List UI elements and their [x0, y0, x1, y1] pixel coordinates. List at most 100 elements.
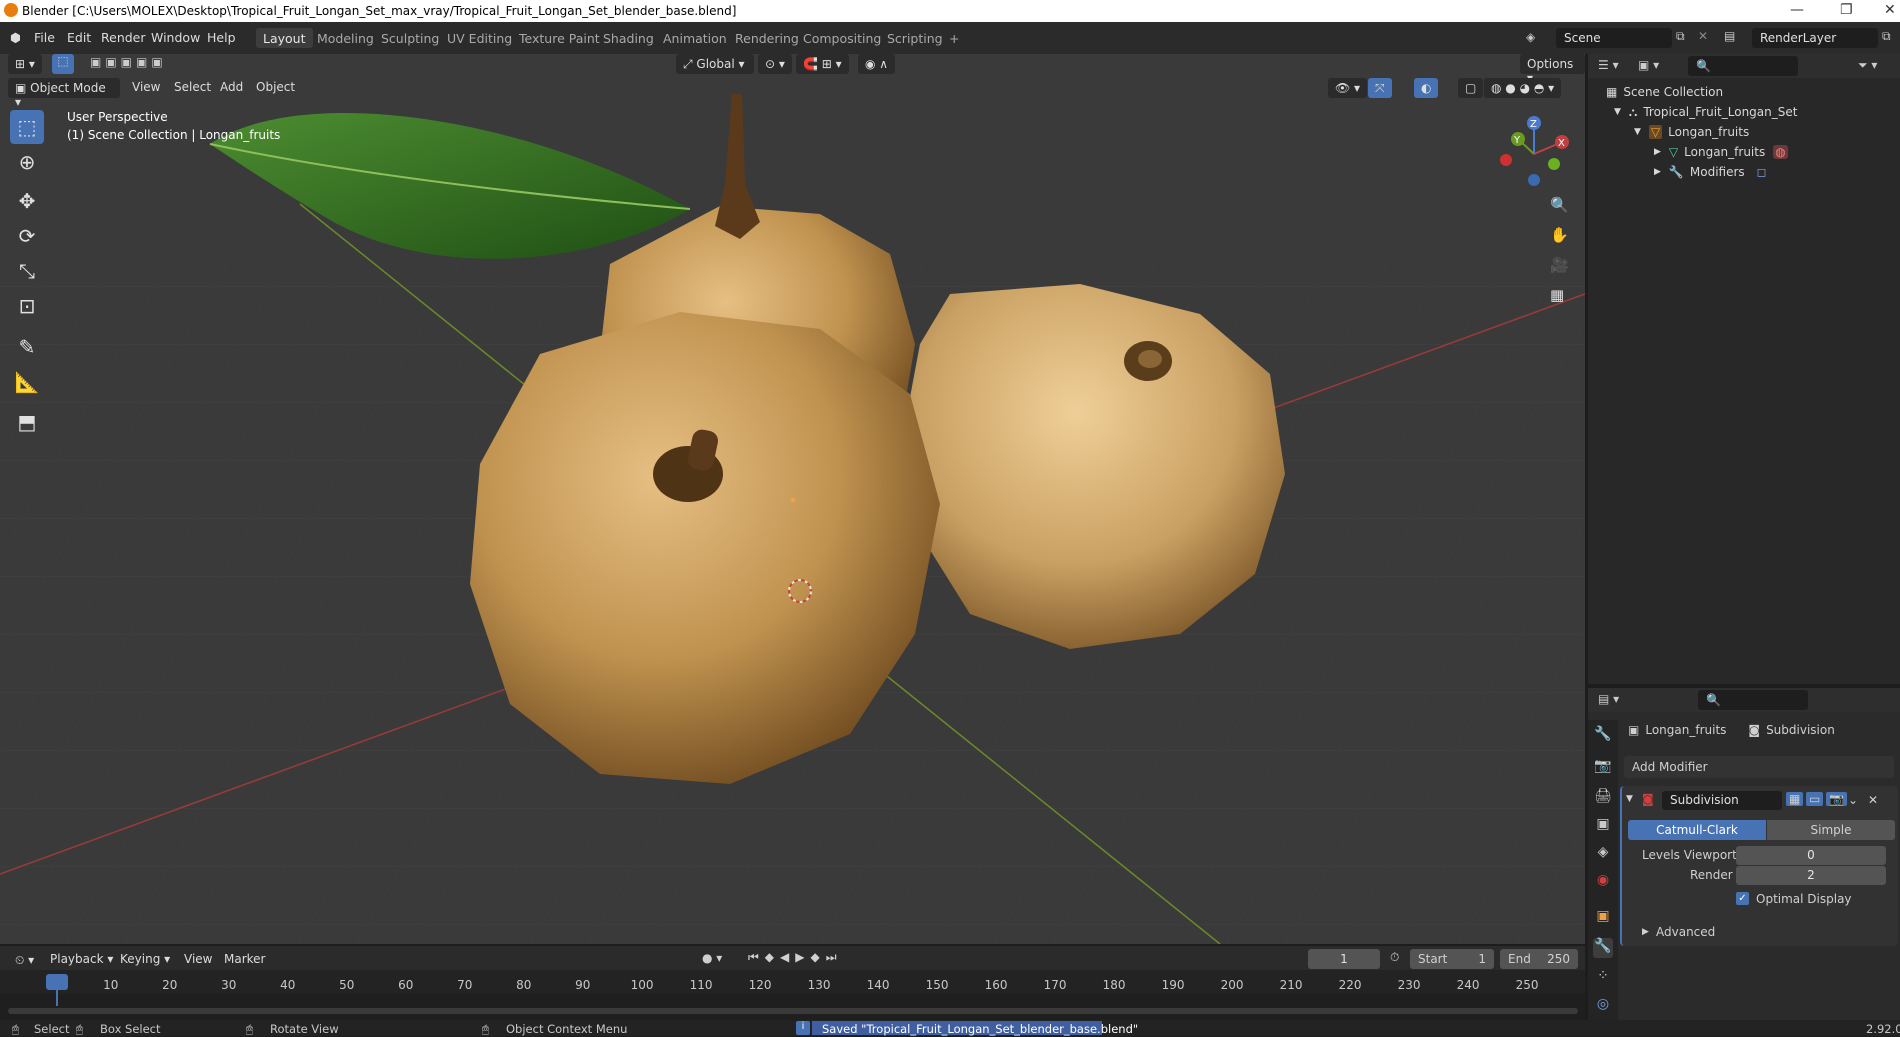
outliner-search-input[interactable]: 🔍: [1688, 56, 1798, 76]
ortho-toggle-icon[interactable]: ▦: [1550, 286, 1564, 304]
visibility-dropdown[interactable]: 👁 ▾: [1328, 78, 1368, 98]
scene-tab-icon[interactable]: ◈: [1593, 844, 1613, 864]
catmull-clark-button[interactable]: Catmull-Clark: [1628, 820, 1766, 840]
minimize-icon[interactable]: —: [1790, 2, 1804, 18]
tab-modeling[interactable]: Modeling: [310, 28, 381, 48]
object-tab-icon[interactable]: ▣: [1593, 908, 1613, 928]
viewport-toggle-icon[interactable]: ▭: [1806, 792, 1824, 806]
expand-arrow-icon[interactable]: ▼: [1634, 127, 1641, 137]
tab-rendering[interactable]: Rendering: [728, 28, 806, 48]
modifier-dropdown-icon[interactable]: ⌄: [1848, 793, 1858, 807]
new-layer-icon[interactable]: ⧉: [1882, 29, 1891, 44]
tab-shading[interactable]: Shading: [596, 28, 661, 48]
world-tab-icon[interactable]: ◉: [1593, 872, 1613, 892]
viewport-menu-object[interactable]: Object: [256, 80, 295, 94]
annotate-tool-icon[interactable]: ✎: [10, 330, 44, 364]
scene-name-field[interactable]: Scene: [1556, 28, 1672, 48]
shading-modes[interactable]: ◍ ● ◕ ◓ ▾: [1484, 78, 1562, 98]
tool-tab-icon[interactable]: 🔧: [1593, 726, 1613, 746]
timeline-editor-type-button[interactable]: ⏲ ▾: [8, 950, 42, 970]
remove-modifier-icon[interactable]: ✕: [1868, 793, 1878, 807]
add-modifier-button[interactable]: Add Modifier: [1624, 756, 1894, 778]
current-frame-indicator[interactable]: [46, 974, 68, 990]
pan-hand-icon[interactable]: ✋: [1550, 226, 1569, 244]
outliner-display-mode-icon[interactable]: ☰ ▾: [1598, 58, 1619, 72]
render-tab-icon[interactable]: 📷: [1593, 758, 1613, 778]
gizmo-toggle[interactable]: ⤧: [1368, 78, 1392, 98]
tab-scripting[interactable]: Scripting: [880, 28, 950, 48]
outliner-row-modifiers[interactable]: ▶ 🔧 Modifiers ◻: [1654, 162, 1767, 182]
properties-editor-icon[interactable]: ▤ ▾: [1598, 692, 1619, 706]
cursor-tool-icon[interactable]: ⊕: [10, 145, 44, 179]
expand-arrow-icon[interactable]: ▶: [1654, 147, 1661, 157]
timeline-menu-view[interactable]: View: [184, 952, 212, 966]
outliner-filter-icon[interactable]: ⏷ ▾: [1858, 58, 1877, 73]
timeline-menu-marker[interactable]: Marker: [224, 952, 265, 966]
levels-viewport-field[interactable]: 0: [1736, 846, 1886, 865]
select-tool-icon[interactable]: ⬚: [10, 110, 44, 144]
viewport-menu-view[interactable]: View: [132, 80, 160, 94]
tab-layout[interactable]: Layout: [256, 28, 313, 48]
menu-window[interactable]: Window: [151, 30, 200, 45]
camera-view-icon[interactable]: 🎥: [1550, 256, 1569, 274]
object-mode-dropdown[interactable]: ▣ Object Mode ▾: [8, 78, 120, 109]
proportional-edit-toggle[interactable]: ◉ ∧: [858, 54, 896, 74]
new-scene-icon[interactable]: ⧉: [1676, 29, 1685, 44]
blender-menu-icon[interactable]: ⬢: [10, 30, 21, 45]
add-workspace-button[interactable]: +: [942, 28, 966, 48]
delete-scene-icon[interactable]: ✕: [1698, 29, 1708, 43]
scene-icon[interactable]: ◈: [1526, 30, 1535, 44]
viewport-menu-add[interactable]: Add: [220, 80, 243, 94]
close-icon[interactable]: ✕: [1884, 2, 1896, 18]
menu-render[interactable]: Render: [101, 30, 146, 45]
view-layer-tab-icon[interactable]: ▣: [1593, 816, 1613, 836]
advanced-section-label[interactable]: Advanced: [1656, 925, 1715, 939]
playback-controls[interactable]: ⏮◆◀▶◆⏭: [748, 950, 843, 965]
tab-uv-editing[interactable]: UV Editing: [440, 28, 519, 48]
physics-tab-icon[interactable]: ◎: [1593, 996, 1613, 1016]
options-dropdown[interactable]: Options ▾: [1520, 54, 1585, 85]
edit-mode-toggle-icon[interactable]: ▦: [1786, 792, 1804, 806]
render-levels-field[interactable]: 2: [1736, 866, 1886, 885]
menu-edit[interactable]: Edit: [67, 30, 91, 45]
render-layer-field[interactable]: RenderLayer: [1752, 28, 1878, 48]
render-layer-icon[interactable]: ▤: [1724, 29, 1735, 43]
outliner-view-icon[interactable]: ▣ ▾: [1638, 58, 1659, 72]
outliner-row-scene-collection[interactable]: ▦ Scene Collection: [1606, 82, 1723, 102]
start-frame-field[interactable]: Start 1: [1410, 949, 1494, 969]
modifier-tab-icon[interactable]: 🔧: [1593, 938, 1613, 958]
timeline-menu-playback[interactable]: Playback ▾: [50, 952, 113, 966]
pivot-dropdown[interactable]: ⊙ ▾: [758, 54, 792, 74]
rotate-tool-icon[interactable]: ⟳: [10, 219, 44, 253]
restore-icon[interactable]: ❐: [1840, 2, 1853, 18]
render-toggle-icon[interactable]: 📷: [1826, 792, 1847, 806]
timeline-scrollbar[interactable]: [8, 1008, 1578, 1014]
record-keyframe-icon[interactable]: ● ▾: [702, 951, 722, 965]
tab-animation[interactable]: Animation: [656, 28, 734, 48]
outliner-row-mesh[interactable]: ▶ ▽ Longan_fruits ◍: [1654, 142, 1788, 162]
outliner-row-collection[interactable]: ▼ ⛬ Tropical_Fruit_Longan_Set: [1614, 102, 1797, 122]
modifier-name-field[interactable]: Subdivision: [1662, 791, 1782, 810]
output-tab-icon[interactable]: 🖨: [1593, 788, 1613, 808]
transform-orientation-dropdown[interactable]: ⤢ Global ▾: [676, 54, 754, 74]
viewport-menu-select[interactable]: Select: [174, 80, 211, 94]
transform-tool-icon[interactable]: ⊡: [10, 289, 44, 323]
snap-toggle[interactable]: 🧲 ⊞ ▾: [796, 54, 849, 74]
scale-tool-icon[interactable]: ⤡: [10, 254, 44, 288]
simple-button[interactable]: Simple: [1767, 820, 1895, 840]
tab-texture-paint[interactable]: Texture Paint: [512, 28, 607, 48]
menu-file[interactable]: File: [34, 30, 55, 45]
overlay-toggle[interactable]: ◐: [1414, 78, 1439, 98]
properties-search-input[interactable]: 🔍: [1698, 690, 1808, 710]
tab-sculpting[interactable]: Sculpting: [374, 28, 446, 48]
xray-toggle[interactable]: ▢: [1458, 78, 1484, 98]
3d-viewport[interactable]: [0, 54, 1585, 944]
collapse-arrow-icon[interactable]: ▼: [1626, 794, 1633, 804]
move-tool-icon[interactable]: ✥: [10, 184, 44, 218]
menu-help[interactable]: Help: [207, 30, 236, 45]
navigation-gizmo[interactable]: Z X Y: [1494, 114, 1574, 194]
particles-tab-icon[interactable]: ⁘: [1593, 968, 1613, 988]
end-frame-field[interactable]: End 250: [1500, 949, 1578, 969]
current-frame-field[interactable]: 1: [1308, 949, 1380, 969]
measure-tool-icon[interactable]: 📐: [10, 365, 44, 399]
